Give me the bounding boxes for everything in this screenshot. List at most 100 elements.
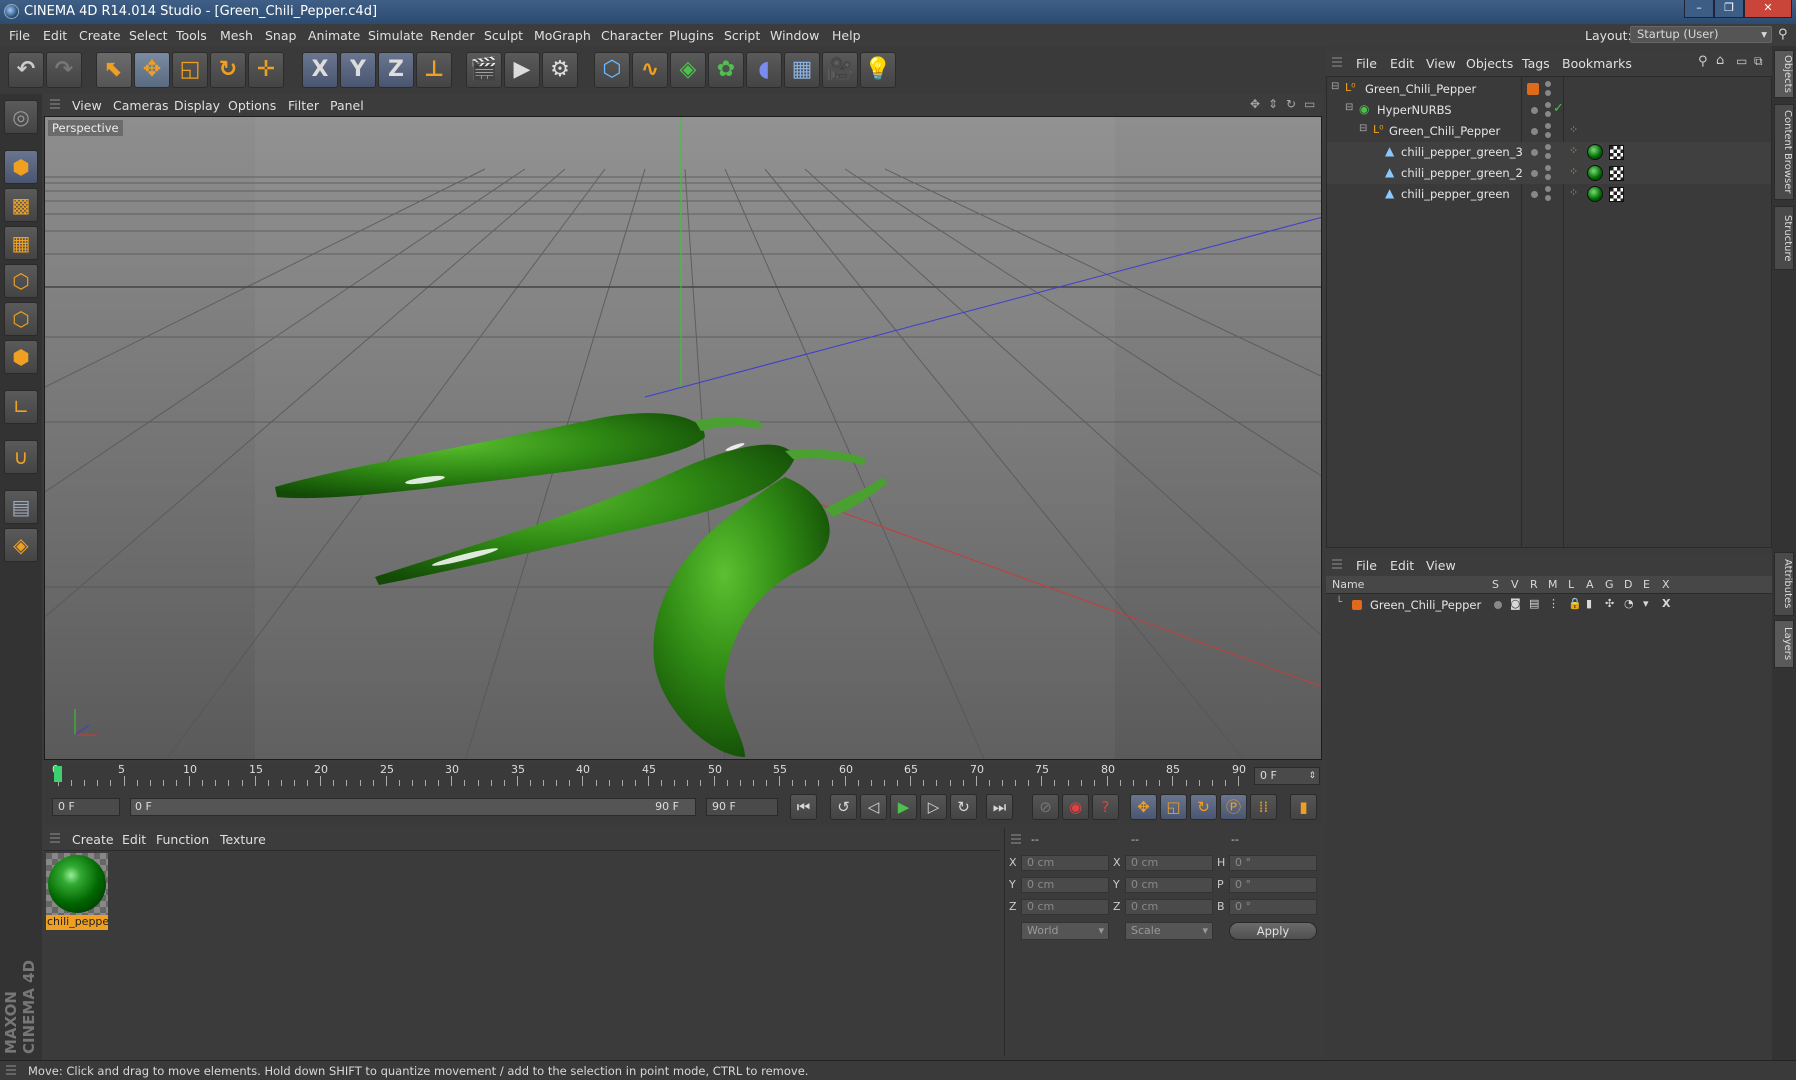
column-animation[interactable]: A — [1586, 578, 1594, 591]
apply-button[interactable]: Apply — [1229, 922, 1317, 940]
tab-attributes[interactable]: Attributes — [1774, 552, 1794, 616]
solo-toggle-icon[interactable] — [1494, 601, 1502, 609]
viewport-scene[interactable] — [45, 117, 1322, 760]
frame-range-slider[interactable]: 0 F 90 F — [130, 798, 696, 816]
column-name[interactable]: Name — [1332, 578, 1364, 591]
layout-select[interactable]: Startup (User) ▾ — [1630, 26, 1772, 43]
spline-pen-icon[interactable]: ∿ — [632, 52, 668, 88]
editor-visibility-dot[interactable] — [1545, 123, 1551, 129]
points-mode-icon[interactable]: ⬡ — [4, 264, 38, 298]
column-generators[interactable]: G — [1605, 578, 1614, 591]
redo-icon[interactable]: ↷ — [46, 52, 82, 88]
axis-x-lock-button[interactable]: X — [302, 52, 338, 88]
close-button[interactable]: ✕ — [1744, 0, 1792, 18]
go-to-start-icon[interactable]: ⏮ — [790, 794, 817, 820]
layer-list[interactable]: └ Green_Chili_Pepper ◙ ▤ ⋮ 🔒 ▮ ✣ ◔ ▾ X — [1326, 594, 1772, 1060]
menu-animate[interactable]: Animate — [308, 28, 360, 43]
polygons-mode-icon[interactable]: ⬢ — [4, 340, 38, 374]
menu-snap[interactable]: Snap — [265, 28, 296, 43]
undo-icon[interactable]: ↶ — [8, 52, 44, 88]
move-tool-icon[interactable]: ✥ — [134, 52, 170, 88]
search-icon[interactable]: ⚲ — [1698, 54, 1708, 69]
layer-menu-view[interactable]: View — [1426, 558, 1456, 573]
render-settings-icon[interactable]: ⚙ — [542, 52, 578, 88]
object-row-chili-1[interactable]: ▲ chili_pepper_green ⁘ — [1327, 184, 1771, 205]
render-visibility-dot[interactable] — [1545, 174, 1551, 180]
size-mode-select[interactable]: Scale ▾ — [1125, 922, 1213, 940]
material-menu-edit[interactable]: Edit — [122, 832, 146, 847]
end-frame-field[interactable]: 90 F — [706, 798, 778, 816]
key-scale-icon[interactable]: ◱ — [1160, 794, 1187, 820]
material-tag-icon[interactable] — [1587, 186, 1603, 202]
keyframe-selection-icon[interactable]: ? — [1092, 794, 1119, 820]
deformer-icon[interactable]: ◖ — [746, 52, 782, 88]
object-menu-view[interactable]: View — [1426, 56, 1456, 71]
menu-render[interactable]: Render — [430, 28, 475, 43]
phong-tag-icon[interactable]: ⁘ — [1569, 144, 1578, 157]
object-row-root[interactable]: ⊟ L⁰ Green_Chili_Pepper — [1327, 79, 1771, 100]
menu-plugins[interactable]: Plugins — [669, 28, 714, 43]
home-icon[interactable]: ⌂ — [1716, 53, 1724, 68]
menu-mograph[interactable]: MoGraph — [534, 28, 591, 43]
position-y-field[interactable]: 0 cm — [1021, 877, 1109, 893]
material-menu-function[interactable]: Function — [156, 832, 209, 847]
timeline-ruler[interactable]: 051015202530354045505560657075808590 0 F… — [44, 762, 1322, 790]
workplane-mode-icon[interactable]: ▦ — [4, 226, 38, 260]
column-solo[interactable]: S — [1492, 578, 1499, 591]
edges-mode-icon[interactable]: ⬡ — [4, 302, 38, 336]
start-frame-field[interactable]: 0 F — [52, 798, 120, 816]
render-visibility-dot[interactable] — [1545, 132, 1551, 138]
autokey-icon[interactable]: ◉ — [1062, 794, 1089, 820]
uvw-tag-icon[interactable] — [1609, 166, 1624, 181]
recent-tools-icon[interactable]: ✛ — [248, 52, 284, 88]
layer-dot[interactable] — [1531, 149, 1538, 156]
make-editable-icon[interactable]: ◎ — [4, 100, 38, 134]
key-parameter-icon[interactable]: Ⓟ — [1220, 794, 1247, 820]
timeline-ticks[interactable]: 051015202530354045505560657075808590 — [52, 763, 1246, 788]
play-icon[interactable]: ▶ — [890, 794, 917, 820]
viewport-menu-display[interactable]: Display — [174, 98, 220, 113]
editor-visibility-dot[interactable] — [1545, 165, 1551, 171]
previous-frame-icon[interactable]: ◁ — [860, 794, 887, 820]
coordinate-mode-select[interactable]: World ▾ — [1021, 922, 1109, 940]
render-picture-viewer-icon[interactable]: ▶ — [504, 52, 540, 88]
menu-window[interactable]: Window — [770, 28, 819, 43]
menu-help[interactable]: Help — [832, 28, 861, 43]
editor-visibility-dot[interactable] — [1545, 144, 1551, 150]
next-key-icon[interactable]: ↻ — [950, 794, 977, 820]
layer-dot[interactable] — [1531, 128, 1538, 135]
render-visibility-dot[interactable] — [1545, 90, 1551, 96]
material-list[interactable]: chili_peppe — [44, 850, 1000, 1056]
layer-menu-file[interactable]: File — [1356, 558, 1377, 573]
size-x-field[interactable]: 0 cm — [1125, 855, 1213, 871]
column-locked[interactable]: L — [1568, 578, 1574, 591]
key-pla-icon[interactable]: ⁞⁞ — [1250, 794, 1277, 820]
column-expressions[interactable]: E — [1643, 578, 1650, 591]
viewport-rotate-icon[interactable]: ↻ — [1286, 97, 1296, 111]
coordinate-system-icon[interactable]: ⊥ — [416, 52, 452, 88]
key-position-icon[interactable]: ✥ — [1130, 794, 1157, 820]
viewport-menu-options[interactable]: Options — [228, 98, 276, 113]
render-view-icon[interactable]: 🎬 — [466, 52, 502, 88]
material-menu-texture[interactable]: Texture — [220, 832, 266, 847]
rotation-b-field[interactable]: 0 ° — [1229, 899, 1317, 915]
size-y-field[interactable]: 0 cm — [1125, 877, 1213, 893]
camera-icon[interactable]: 🎥 — [822, 52, 858, 88]
object-list[interactable]: ⊟ L⁰ Green_Chili_Pepper ⊟ ◉ HyperNURBS ✓… — [1326, 76, 1772, 548]
layer-color-icon[interactable] — [1527, 83, 1539, 95]
size-z-field[interactable]: 0 cm — [1125, 899, 1213, 915]
tab-objects[interactable]: Objects — [1774, 50, 1794, 98]
expand-icon[interactable]: ⊟ — [1345, 102, 1353, 113]
axis-z-lock-button[interactable]: Z — [378, 52, 414, 88]
restore-button[interactable]: ❐ — [1714, 0, 1744, 18]
animation-icon[interactable]: ▮ — [1586, 597, 1592, 610]
timeline-playhead[interactable] — [54, 766, 62, 782]
material-tag-icon[interactable] — [1587, 165, 1603, 181]
editor-visibility-dot[interactable] — [1545, 186, 1551, 192]
enabled-check-icon[interactable]: ✓ — [1553, 101, 1564, 116]
expand-icon[interactable]: ⊟ — [1359, 123, 1367, 134]
menu-simulate[interactable]: Simulate — [368, 28, 423, 43]
timeline-window-icon[interactable]: ▮ — [1290, 794, 1317, 820]
axis-mode-icon[interactable]: ∟ — [4, 390, 38, 424]
viewport-pan-icon[interactable]: ✥ — [1250, 97, 1260, 111]
